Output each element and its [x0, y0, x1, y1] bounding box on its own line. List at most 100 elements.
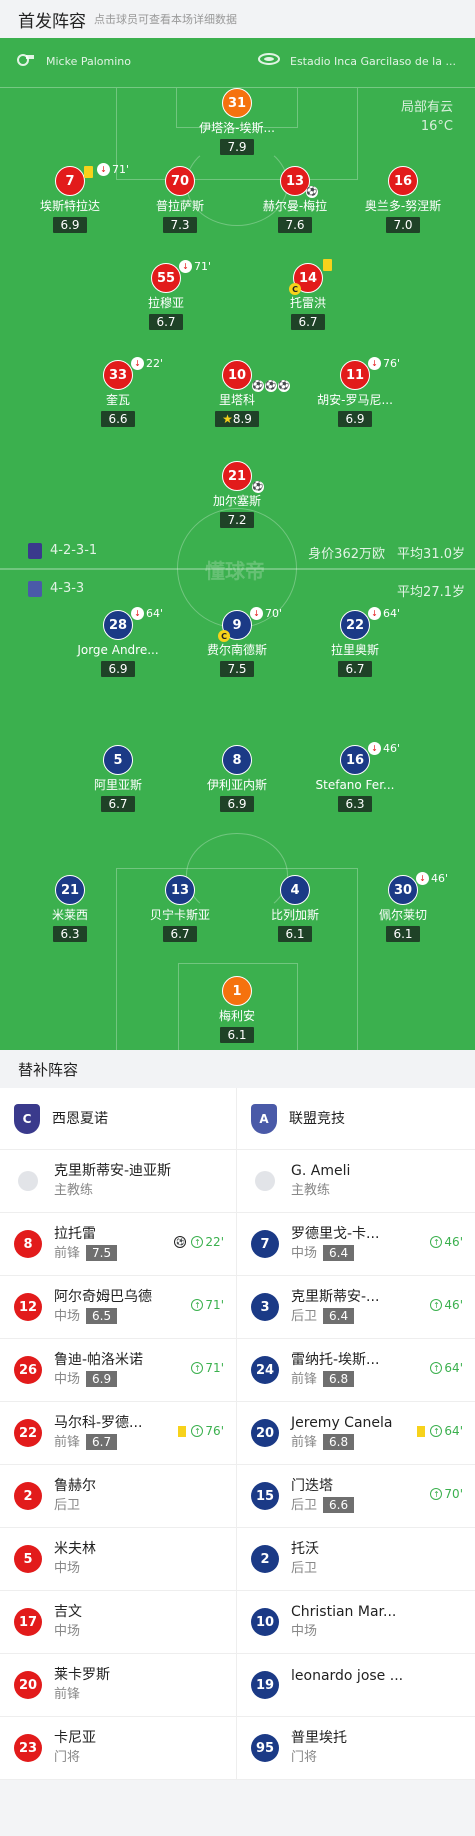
lineup-title: 首发阵容: [18, 11, 86, 32]
sub-player-row[interactable]: 17 吉文 中场: [0, 1591, 237, 1653]
sub-on-icon: ↑: [191, 1425, 204, 1437]
pitch-player[interactable]: 21 ⚽ 加尔塞斯 7.2: [172, 461, 302, 528]
sub-number: 23: [14, 1734, 42, 1762]
pitch-player[interactable]: 13 贝宁卡斯亚 6.7: [115, 875, 245, 942]
sub-player-row[interactable]: 26 鲁迪-帕洛米诺 中场 6.9 ↑ 71': [0, 1339, 237, 1401]
goal-ball-icon: ⚽: [306, 186, 318, 198]
player-rating: 6.9: [53, 217, 87, 233]
player-name: Stefano Fer...: [315, 778, 395, 792]
subs-list: C 西恩夏诺 A 联盟竞技 克里斯蒂安-迪亚斯 主教练 G. Ameli 主教练 8…: [0, 1088, 475, 1780]
sub-name: 罗德里戈-卡...: [291, 1226, 380, 1242]
pitch-player[interactable]: 70 普拉萨斯 7.3: [115, 166, 245, 233]
sub-position: 中场: [54, 1561, 81, 1576]
sub-number: 12: [14, 1293, 42, 1321]
player-number: 70: [165, 166, 195, 196]
sub-position: 中场: [54, 1309, 81, 1324]
sub-position: 前锋: [291, 1435, 318, 1450]
sub-position: 中场: [54, 1624, 81, 1639]
sub-player-row[interactable]: 8 拉托雷 前锋 7.5 ⚽ ↑ 22': [0, 1213, 237, 1275]
sub-player-row[interactable]: 20 Jeremy Canela 前锋 6.8 ↑ 64': [237, 1402, 475, 1464]
sub-player-row[interactable]: 12 阿尔奇姆巴乌德 中场 6.5 ↑ 71': [0, 1276, 237, 1338]
player-name: 佩尔莱切: [378, 908, 427, 922]
pitch-player[interactable]: 55 ↓ 71' 拉穆亚 6.7: [101, 260, 231, 330]
sub-player-row[interactable]: 19 leonardo jose ...: [237, 1654, 475, 1716]
sub-minute: 71': [205, 1298, 224, 1312]
player-name: 普拉萨斯: [155, 199, 204, 213]
player-name: Jorge Andre...: [77, 643, 159, 657]
sub-player-row[interactable]: 10 Christian Mar... 中场: [237, 1591, 475, 1653]
whistle-icon: [17, 54, 34, 66]
sub-rating: 6.7: [86, 1434, 118, 1450]
player-number: 31: [222, 88, 252, 118]
sub-player-row[interactable]: 15 门迭塔 后卫 6.6 ↑ 70': [237, 1465, 475, 1527]
sub-number: 5: [14, 1545, 42, 1573]
player-name: 拉里奥斯: [330, 643, 379, 657]
home-team-row[interactable]: C 西恩夏诺: [0, 1088, 237, 1149]
player-name: 伊塔洛-埃斯...: [199, 121, 275, 135]
sub-position: 中场: [291, 1624, 318, 1639]
sub-off-icon: ↓: [250, 607, 263, 620]
pitch-player[interactable]: 5 阿里亚斯 6.7: [53, 745, 183, 812]
pitch-player[interactable]: 11 ↓ 76' 胡安-罗马尼... 6.9: [290, 357, 420, 427]
home-avg-age: 平均31.0岁: [397, 547, 465, 562]
pitch-player[interactable]: 16 奥兰多-努涅斯 7.0: [338, 166, 468, 233]
sub-player-row[interactable]: 7 罗德里戈-卡... 中场 6.4 ↑ 46': [237, 1213, 475, 1275]
sub-position: 后卫: [291, 1309, 318, 1324]
sub-rating: 6.6: [323, 1497, 355, 1513]
sub-rating: 6.8: [323, 1371, 355, 1387]
sub-player-row[interactable]: 2 托沃 后卫: [237, 1528, 475, 1590]
sub-name: 门迭塔: [291, 1478, 333, 1494]
pitch-player[interactable]: 30 ↓ 46' 佩尔莱切 6.1: [338, 872, 468, 942]
stadium-name: Estadio Inca Garcilaso de la ...: [290, 55, 456, 68]
sub-player-row[interactable]: 22 马尔科-罗德... 前锋 6.7 ↑ 76': [0, 1402, 237, 1464]
player-rating: 6.9: [220, 796, 254, 812]
pitch-player[interactable]: 1 梅利安 6.1: [172, 976, 302, 1043]
away-team-row[interactable]: A 联盟竞技: [237, 1088, 475, 1149]
sub-number: 20: [251, 1419, 279, 1447]
pitch-player[interactable]: 9 C ↓ 70' 费尔南德斯 7.5: [172, 607, 302, 677]
yellow-card-icon: [417, 1425, 426, 1437]
sub-player-row[interactable]: 5 米夫林 中场: [0, 1528, 237, 1590]
sub-player-row[interactable]: 24 雷纳托-埃斯... 前锋 6.8 ↑ 64': [237, 1339, 475, 1401]
player-name: 奎瓦: [105, 393, 130, 407]
coach-name: 克里斯蒂安-迪亚斯: [54, 1163, 172, 1179]
sub-player-row[interactable]: 95 普里埃托 门将: [237, 1717, 475, 1779]
player-rating: 6.9: [338, 411, 372, 427]
sub-name: 托沃: [291, 1541, 319, 1557]
person-icon: [255, 1171, 275, 1191]
sub-minute: 70': [265, 607, 283, 620]
sub-player-row[interactable]: 20 莱卡罗斯 前锋: [0, 1654, 237, 1716]
sub-position: 前锋: [291, 1372, 318, 1387]
sub-number: 2: [251, 1545, 279, 1573]
sub-position: 中场: [291, 1246, 318, 1261]
sub-number: 3: [251, 1293, 279, 1321]
sub-on-icon: ↑: [191, 1299, 204, 1311]
player-name: 拉穆亚: [147, 296, 184, 310]
sub-on-icon: ↑: [191, 1362, 204, 1374]
sub-name: leonardo jose ...: [291, 1668, 404, 1684]
player-number: 1: [222, 976, 252, 1006]
home-coach-row[interactable]: 克里斯蒂安-迪亚斯 主教练: [0, 1150, 237, 1212]
away-team-name: 联盟竞技: [289, 1110, 345, 1127]
sub-player-row[interactable]: 3 克里斯蒂安-... 后卫 6.4 ↑ 46': [237, 1276, 475, 1338]
sub-minute: 64': [383, 607, 401, 620]
sub-player-row[interactable]: 2 鲁赫尔 后卫: [0, 1465, 237, 1527]
pitch-player[interactable]: 16 ↓ 46' Stefano Fer... 6.3: [290, 742, 420, 812]
sub-name: 鲁赫尔: [54, 1478, 96, 1494]
yellow-card-icon: [84, 166, 93, 178]
player-number: 13: [165, 875, 195, 905]
pitch-player[interactable]: 22 ↓ 64' 拉里奥斯 6.7: [290, 607, 420, 677]
pitch-player[interactable]: 14 C 托雷洪 6.7: [243, 259, 373, 330]
away-coach-row[interactable]: G. Ameli 主教练: [237, 1150, 475, 1212]
goal-ball-icon: ⚽: [252, 380, 264, 392]
sub-player-row[interactable]: 23 卡尼亚 门将: [0, 1717, 237, 1779]
pitch-player[interactable]: 10 ⚽ ⚽ ⚽ 里塔科 ★8.9: [172, 360, 302, 427]
sub-name: 莱卡罗斯: [54, 1667, 110, 1683]
pitch-player[interactable]: 31 伊塔洛-埃斯... 7.9: [172, 88, 302, 155]
sub-minute: 76': [205, 1424, 224, 1438]
pitch-player[interactable]: 28 ↓ 64' Jorge Andre... 6.9: [53, 607, 183, 677]
pitch-player[interactable]: 8 伊利亚内斯 6.9: [172, 745, 302, 812]
player-name: 奥兰多-努涅斯: [364, 199, 442, 213]
pitch-player[interactable]: 33 ↓ 22' 奎瓦 6.6: [53, 357, 183, 427]
sub-number: 15: [251, 1482, 279, 1510]
